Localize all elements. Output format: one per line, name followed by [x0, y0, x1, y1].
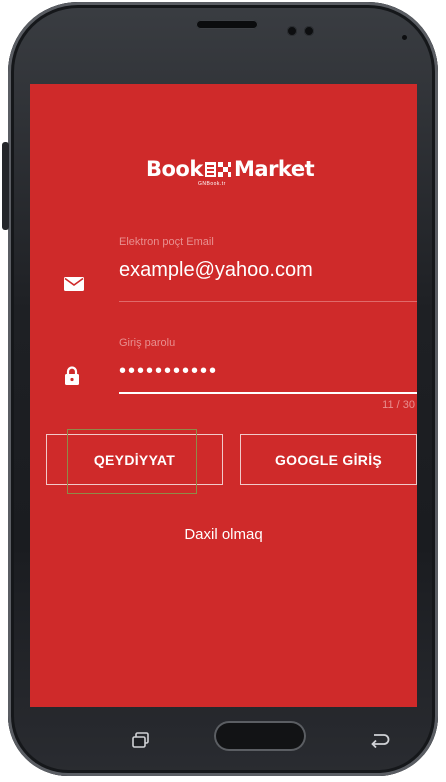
- app-logo: Book Market GNBook.tr: [146, 156, 316, 187]
- home-button[interactable]: [214, 721, 306, 751]
- google-login-button[interactable]: GOOGLE GİRİŞ: [240, 434, 417, 485]
- email-underline: [119, 301, 417, 302]
- side-volume-button: [2, 142, 9, 230]
- logo-market-text: Market: [234, 157, 315, 181]
- front-camera: [287, 26, 297, 36]
- email-label: Elektron poçt Email: [119, 236, 214, 248]
- recent-apps-icon[interactable]: [132, 732, 150, 748]
- register-button[interactable]: QEYDİYYAT: [46, 434, 223, 485]
- light-sensor: [402, 35, 407, 40]
- password-input[interactable]: •••••••••••: [119, 360, 218, 383]
- login-screen: Book Market GNBook.tr Elektron poçt Emai…: [30, 84, 417, 707]
- mail-icon: [64, 277, 84, 291]
- proximity-sensor: [304, 26, 314, 36]
- email-input[interactable]: example@yahoo.com: [119, 259, 313, 282]
- password-label: Giriş parolu: [119, 337, 176, 349]
- hardware-nav-bar: [30, 707, 417, 755]
- logo-book-text: Book: [146, 157, 203, 181]
- signin-link[interactable]: Daxil olmaq: [30, 526, 417, 543]
- phone-speaker: [196, 20, 258, 29]
- password-char-counter: 11 / 30: [382, 399, 415, 411]
- password-underline: [119, 392, 417, 394]
- logo-book-icon: [205, 162, 231, 177]
- back-icon[interactable]: [368, 732, 390, 748]
- lock-icon: [65, 366, 79, 385]
- logo-subtitle: GNBook.tr: [198, 181, 226, 187]
